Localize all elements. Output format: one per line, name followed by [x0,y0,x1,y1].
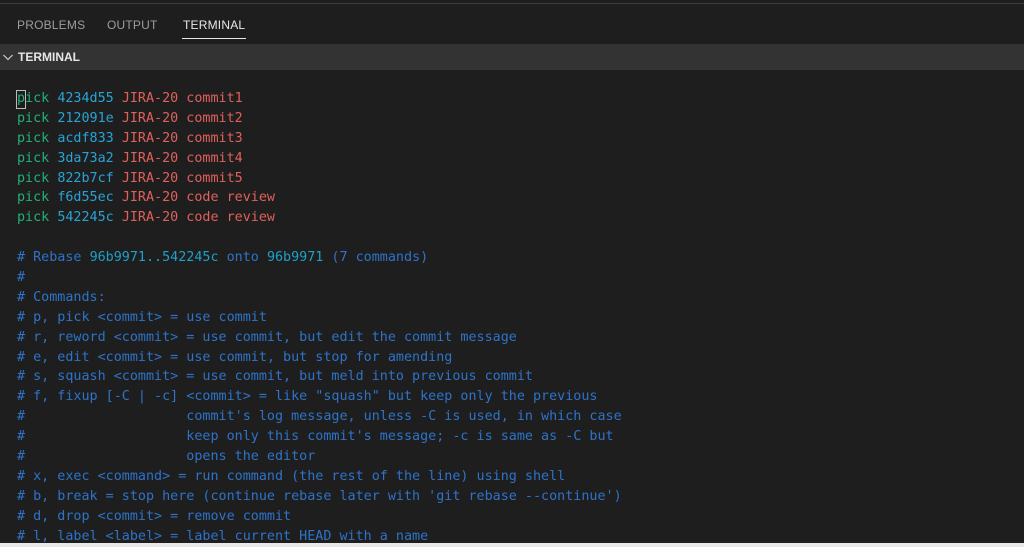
pick-command: pick [15,89,49,109]
commit-hash: 3da73a2 [57,150,114,166]
comment-line: # p, pick <commit> = use commit [17,309,267,325]
rebase-onto-hash: 96b9971 [266,250,324,266]
comment-line: # s, squash <commit> = use commit, but m… [17,369,533,385]
rebase-range: 96b9971..542245c [89,250,219,266]
commit-message: JIRA-20 commit4 [121,150,243,166]
commit-message: JIRA-20 commit5 [121,170,243,186]
terminal-content[interactable]: pick 4234d55 JIRA-20 commit1 pick 212091e… [15,89,622,546]
pick-line[interactable]: pick 4234d55 JIRA-20 commit1 [15,89,622,109]
pick-line[interactable]: pick f6d55ec JIRA-20 code review [17,188,622,208]
commit-message: JIRA-20 commit2 [121,110,243,126]
pick-command: pick [17,110,50,126]
pick-command: pick [17,190,50,206]
pick-command: pick [17,150,50,166]
pick-command: pick [17,170,50,186]
bottom-border [0,543,1024,547]
commit-message: JIRA-20 commit3 [121,130,243,146]
pick-line[interactable]: pick acdf833 JIRA-20 commit3 [17,129,622,149]
commit-hash: f6d55ec [57,190,114,206]
comment-line: # f, fixup [-C | -c] <commit> = like "sq… [17,389,598,405]
comment-line: # e, edit <commit> = use commit, but sto… [17,349,453,365]
pick-line[interactable]: pick 3da73a2 JIRA-20 commit4 [17,149,622,169]
comment-line: # b, break = stop here (continue rebase … [17,488,622,504]
pick-line[interactable]: pick 542245c JIRA-20 code review [17,208,622,228]
pick-command: pick [17,210,50,226]
commit-message: JIRA-20 code review [121,210,275,226]
comment-line: # d, drop <commit> = remove commit [17,508,292,524]
terminal-section-header[interactable]: TERMINAL [0,44,1024,70]
comment-line: # commit's log message, unless -C is use… [17,409,622,425]
comment-line: # opens the editor [17,449,316,465]
panel-tab-bar: PROBLEMS OUTPUT TERMINAL [0,5,1024,44]
commit-hash: acdf833 [57,130,114,146]
comment-line: # r, reword <commit> = use commit, but e… [17,329,517,345]
pick-line[interactable]: pick 822b7cf JIRA-20 commit5 [17,169,622,189]
comment-line: # [17,270,26,286]
tab-output[interactable]: OUTPUT [107,18,158,32]
comment-line: # x, exec <command> = run command (the r… [17,468,566,484]
chevron-down-icon[interactable] [0,49,16,65]
pick-line[interactable]: pick 212091e JIRA-20 commit2 [17,109,622,129]
commit-hash: 4234d55 [57,91,114,106]
comment-line: # Commands: [17,289,106,305]
commit-hash: 212091e [57,110,114,126]
tab-terminal[interactable]: TERMINAL [181,18,247,39]
commit-message: JIRA-20 code review [121,190,275,206]
text-cursor: p [15,89,27,109]
commit-hash: 822b7cf [57,170,114,186]
terminal-editor[interactable]: pick 4234d55 JIRA-20 commit1 pick 212091e… [0,70,1024,546]
commit-message: JIRA-20 commit1 [121,91,243,106]
comment-line: # keep only this commit's message; -c is… [17,429,614,445]
tab-problems[interactable]: PROBLEMS [17,18,85,32]
commit-hash: 542245c [57,210,114,226]
pick-command: pick [17,130,50,146]
section-title: TERMINAL [18,50,80,64]
rebase-summary-line: # Rebase 96b9971..542245c onto 96b9971 (… [17,250,429,266]
window-top-border [0,0,1024,4]
